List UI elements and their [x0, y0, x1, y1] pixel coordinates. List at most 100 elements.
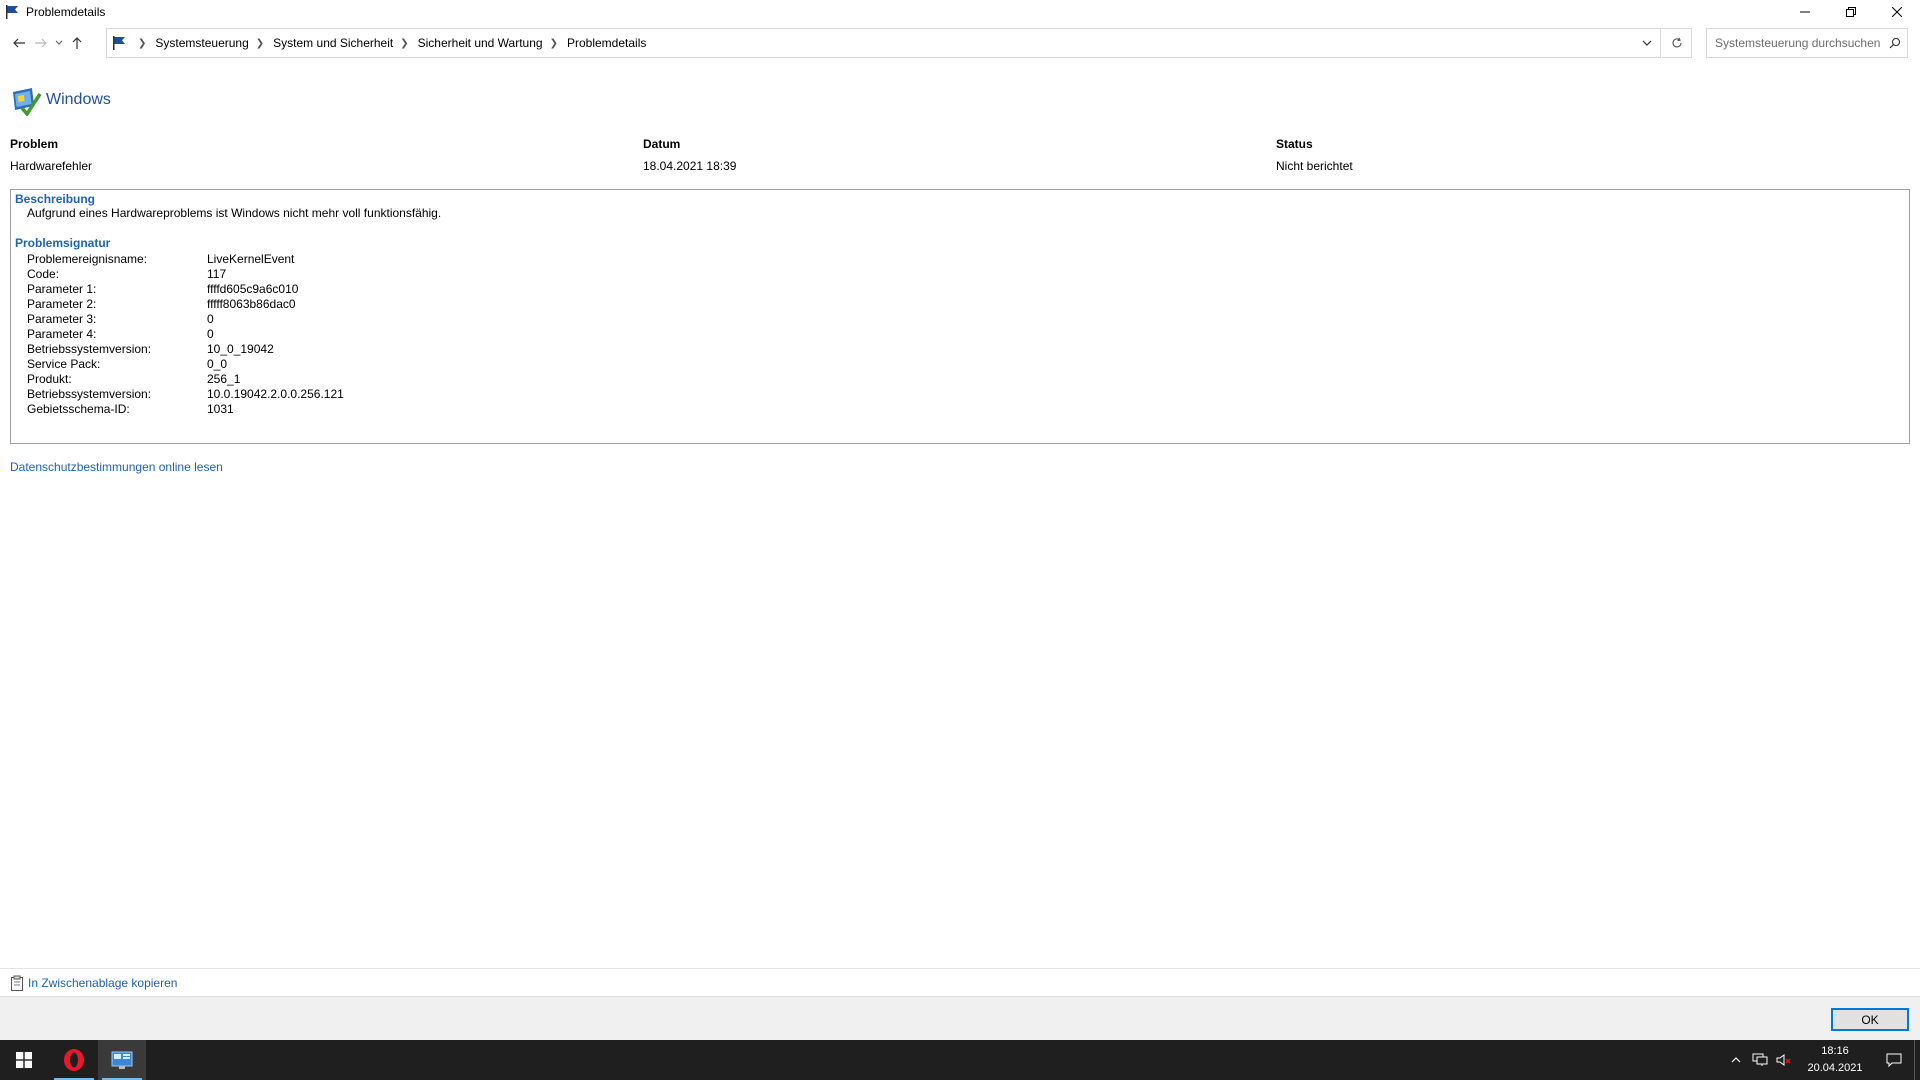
navigation-row: ❯ Systemsteuerung ❯ System und Sicherhei…: [0, 28, 1920, 58]
breadcrumb-item-systemsteuerung[interactable]: Systemsteuerung: [155, 36, 248, 50]
chevron-right-icon[interactable]: ❯: [400, 38, 408, 49]
value-status: Nicht berichtet: [1276, 159, 1353, 173]
header-status: Status: [1276, 137, 1313, 151]
start-button[interactable]: [0, 1040, 48, 1080]
signature-row: Service Pack: 0_0: [27, 357, 344, 372]
windows-action-center-icon: [13, 88, 42, 116]
problem-source: Windows: [10, 84, 111, 116]
signature-value: 10_0_19042: [207, 342, 274, 356]
arrow-up-icon: [72, 37, 82, 49]
address-dropdown-icon[interactable]: [1640, 36, 1654, 50]
ok-button[interactable]: OK: [1831, 1008, 1909, 1031]
back-button[interactable]: [8, 31, 30, 55]
volume-muted-icon: [1776, 1054, 1791, 1066]
close-button[interactable]: [1874, 0, 1920, 24]
clock-time: 18:16: [1821, 1045, 1849, 1057]
breadcrumb-item-system-und-sicherheit[interactable]: System und Sicherheit: [273, 36, 393, 50]
privacy-link[interactable]: Datenschutzbestimmungen online lesen: [10, 460, 223, 474]
signature-value: 0: [207, 327, 214, 341]
value-problem: Hardwarefehler: [10, 159, 93, 173]
refresh-button[interactable]: [1662, 28, 1692, 58]
value-datum: 18.04.2021 18:39: [643, 159, 737, 173]
breadcrumb-item-sicherheit-und-wartung[interactable]: Sicherheit und Wartung: [418, 36, 543, 50]
search-box[interactable]: [1706, 28, 1908, 58]
signature-key: Betriebssystemversion:: [27, 387, 152, 401]
action-center-button[interactable]: [1874, 1052, 1914, 1068]
signature-row: Problemereignisname: LiveKernelEvent: [27, 252, 344, 267]
signature-value: LiveKernelEvent: [207, 252, 295, 266]
copy-to-clipboard-link[interactable]: In Zwischenablage kopieren: [28, 976, 177, 990]
signature-value: 10.0.19042.2.0.0.256.121: [207, 387, 344, 401]
flag-icon: [113, 36, 125, 50]
description-title: Beschreibung: [15, 192, 96, 206]
up-button[interactable]: [66, 31, 88, 55]
network-button[interactable]: [1748, 1053, 1772, 1067]
control-panel-icon: [111, 1051, 133, 1069]
search-input[interactable]: [1715, 36, 1881, 50]
address-bar[interactable]: ❯ Systemsteuerung ❯ System und Sicherhei…: [106, 28, 1661, 58]
signature-key: Service Pack:: [27, 357, 101, 371]
breadcrumb-root-separator[interactable]: ❯: [131, 38, 155, 49]
signature-value: fffff8063b86dac0: [207, 297, 296, 311]
taskbar-control-panel[interactable]: [98, 1040, 146, 1080]
copy-row: In Zwischenablage kopieren: [0, 968, 1920, 996]
signature-key: Code:: [27, 267, 60, 281]
clock-date: 20.04.2021: [1807, 1062, 1863, 1074]
signature-table: Problemereignisname: LiveKernelEvent Code:…: [27, 252, 344, 417]
system-tray: 18:16 20.04.2021: [1724, 1040, 1920, 1080]
windows-logo-icon: [16, 1052, 32, 1068]
arrow-right-icon: [35, 38, 47, 48]
restore-button[interactable]: [1828, 0, 1874, 24]
arrow-left-icon: [13, 38, 25, 48]
signature-value: 0: [207, 312, 214, 326]
dialog-footer: OK: [0, 996, 1920, 1040]
restore-icon: [1846, 7, 1856, 17]
clock[interactable]: 18:16 20.04.2021: [1796, 1043, 1874, 1077]
signature-key: Problemereignisname:: [27, 252, 148, 266]
minimize-button[interactable]: [1782, 0, 1828, 24]
show-desktop-button[interactable]: [1914, 1040, 1920, 1080]
details-panel: Beschreibung Aufgrund eines Hardwareprob…: [10, 189, 1910, 444]
signature-value: 1031: [207, 402, 234, 416]
signature-row: Produkt: 256_1: [27, 372, 344, 387]
chevron-down-icon: [55, 40, 63, 45]
forward-button[interactable]: [30, 31, 52, 55]
taskbar-opera[interactable]: [50, 1040, 98, 1080]
title-bar: Problemdetails: [0, 0, 1920, 24]
taskbar: 18:16 20.04.2021: [0, 1040, 1920, 1080]
breadcrumb: Systemsteuerung ❯ System und Sicherheit …: [155, 36, 646, 50]
notification-icon: [1886, 1053, 1902, 1068]
volume-button[interactable]: [1772, 1053, 1796, 1067]
signature-key: Parameter 1:: [27, 282, 97, 296]
signature-row: Parameter 3: 0: [27, 312, 344, 327]
refresh-icon: [1672, 37, 1682, 48]
signature-row: Parameter 4: 0: [27, 327, 344, 342]
signature-row: Code: 117: [27, 267, 344, 282]
header-problem: Problem: [10, 137, 59, 151]
signature-value: 117: [207, 267, 227, 281]
minimize-icon: [1800, 11, 1810, 13]
signature-key: Produkt:: [27, 372, 72, 386]
signature-key: Gebietsschema-ID:: [27, 402, 130, 416]
signature-key: Parameter 4:: [27, 327, 97, 341]
brand-title: Windows: [46, 91, 111, 108]
chevron-right-icon[interactable]: ❯: [256, 38, 264, 49]
network-icon: [1752, 1053, 1768, 1066]
chevron-up-icon: [1731, 1057, 1741, 1063]
search-icon[interactable]: [1889, 37, 1901, 49]
recent-locations-button[interactable]: [52, 31, 66, 55]
chevron-right-icon[interactable]: ❯: [550, 38, 558, 49]
window-controls: [1782, 0, 1920, 24]
signature-row: Parameter 1: ffffd605c9a6c010: [27, 282, 344, 297]
signature-row: Betriebssystemversion: 10_0_19042: [27, 342, 344, 357]
signature-row: Parameter 2: fffff8063b86dac0: [27, 297, 344, 312]
flag-icon: [6, 5, 18, 19]
signature-row: Gebietsschema-ID: 1031: [27, 402, 344, 417]
breadcrumb-item-problemdetails[interactable]: Problemdetails: [567, 36, 646, 50]
signature-key: Parameter 2:: [27, 297, 97, 311]
clipboard-icon: [11, 975, 23, 991]
signature-key: Betriebssystemversion:: [27, 342, 152, 356]
chevron-right-icon: ❯: [138, 37, 147, 49]
signature-value: 256_1: [207, 372, 241, 386]
show-hidden-icons-button[interactable]: [1724, 1054, 1748, 1066]
